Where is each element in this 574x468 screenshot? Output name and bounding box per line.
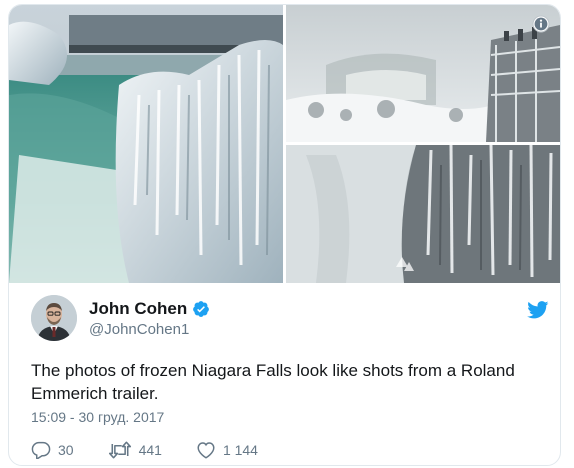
info-icon — [532, 15, 550, 33]
retweet-count: 441 — [138, 442, 162, 458]
retweet-icon — [108, 441, 131, 459]
like-button[interactable]: 1 144 — [196, 441, 258, 459]
author-handle[interactable]: @JohnCohen1 — [89, 321, 189, 338]
verified-badge-icon — [193, 301, 210, 317]
name-row: John Cohen — [89, 299, 210, 319]
photo-frozen-falls-1[interactable] — [9, 5, 283, 283]
twitter-logo-link[interactable] — [527, 301, 549, 324]
author-name[interactable]: John Cohen — [89, 299, 187, 319]
media-grid — [9, 5, 560, 283]
avatar[interactable] — [31, 295, 77, 341]
reply-button[interactable]: 30 — [31, 441, 74, 459]
twitter-bird-icon — [527, 301, 549, 319]
retweet-button[interactable]: 441 — [108, 441, 162, 459]
like-icon — [197, 442, 215, 459]
media-info-button[interactable] — [530, 13, 552, 35]
photo-frozen-falls-3[interactable] — [286, 145, 560, 283]
reply-count: 30 — [58, 442, 74, 458]
tweet-timestamp[interactable]: 15:09 - 30 груд. 2017 — [31, 409, 164, 425]
tweet-text: The photos of frozen Niagara Falls look … — [31, 361, 515, 403]
reply-icon — [31, 441, 51, 459]
tweet-actions: 30 441 1 144 — [31, 441, 292, 459]
tweet-author: John Cohen @JohnCohen1 — [31, 295, 551, 341]
photo-frozen-falls-2[interactable] — [286, 5, 560, 142]
tweet-card[interactable]: John Cohen @JohnCohen1 The photos of fro… — [8, 4, 561, 466]
like-count: 1 144 — [222, 442, 258, 458]
